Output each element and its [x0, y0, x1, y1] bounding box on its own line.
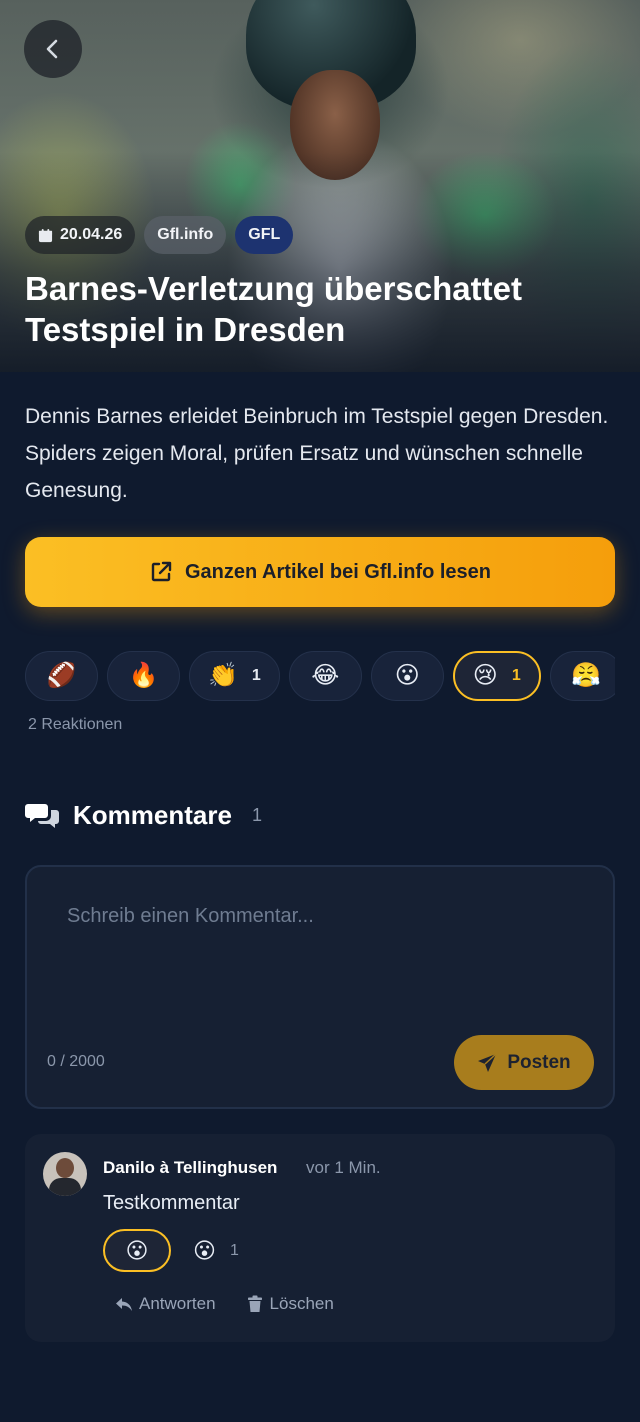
external-link-icon — [151, 561, 172, 582]
comment-time: vor 1 Min. — [306, 1158, 381, 1177]
avatar-head — [56, 1158, 74, 1178]
date-label: 20.04.26 — [60, 226, 123, 243]
reply-icon — [116, 1298, 132, 1311]
reactions-total: 2 Reaktionen — [28, 716, 123, 733]
back-button[interactable] — [24, 20, 82, 78]
fire-icon: 🔥 — [128, 662, 159, 689]
reaction-laugh[interactable]: 😂 — [288, 651, 362, 701]
avatar[interactable] — [43, 1152, 87, 1196]
post-comment-button[interactable]: Posten — [454, 1035, 594, 1090]
send-icon — [478, 1052, 497, 1072]
source-chip[interactable]: Gfl.info — [144, 216, 227, 254]
reply-label: Antworten — [139, 1294, 216, 1313]
comment-actions: Antworten Löschen — [115, 1294, 334, 1314]
surprised-face-icon: 😮 — [193, 1238, 216, 1263]
delete-label: Löschen — [269, 1294, 334, 1313]
reaction-fire[interactable]: 🔥 — [107, 651, 180, 701]
league-chip[interactable]: GFL — [235, 216, 294, 254]
reaction-clap[interactable]: 👏 1 — [189, 651, 280, 701]
comments-count: 1 — [251, 805, 262, 825]
surprised-face-icon: 😮 — [125, 1237, 149, 1263]
sad-face-icon: 😢 — [472, 662, 498, 689]
reaction-sad[interactable]: 😢 1 — [452, 651, 541, 701]
comments-title: Kommentare — [73, 800, 232, 830]
laughing-face-icon: 😂 — [311, 662, 340, 689]
comment-reaction-count: 1 — [229, 1242, 239, 1259]
read-full-article-label: Ganzen Artikel bei Gfl.info lesen — [185, 560, 491, 583]
comment-text: Testkommentar — [103, 1192, 240, 1214]
reactions-bar: 🏈 🔥 👏 1 😂 😮 😢 1 😤 — [25, 651, 615, 701]
article-summary: Dennis Barnes erleidet Beinbruch im Test… — [25, 405, 609, 502]
comment-input[interactable] — [47, 887, 593, 1027]
reply-button[interactable]: Antworten — [115, 1294, 216, 1314]
comment-reaction[interactable]: 😮 1 — [193, 1238, 239, 1264]
reaction-angry[interactable]: 😤 — [549, 651, 615, 701]
reaction-football[interactable]: 🏈 — [25, 651, 98, 701]
comment-item: Danilo à Tellinghusen vor 1 Min. Testkom… — [25, 1134, 615, 1342]
clapping-hands-icon: 👏 — [208, 662, 238, 689]
trash-icon — [247, 1295, 262, 1312]
angry-face-icon: 😤 — [571, 662, 602, 689]
calendar-icon — [38, 228, 53, 242]
comment-composer: 0 / 2000 Posten — [25, 865, 615, 1109]
delete-button[interactable]: Löschen — [246, 1294, 334, 1314]
char-counter: 0 / 2000 — [47, 1053, 105, 1070]
comment-reaction-active[interactable]: 😮 — [103, 1229, 171, 1272]
reaction-wow[interactable]: 😮 — [370, 651, 444, 701]
football-icon: 🏈 — [46, 662, 77, 689]
comments-header: Kommentare 1 — [25, 800, 262, 831]
date-chip: 20.04.26 — [25, 216, 136, 254]
comment-author[interactable]: Danilo à Tellinghusen — [103, 1158, 277, 1178]
read-full-article-button[interactable]: Ganzen Artikel bei Gfl.info lesen — [25, 537, 615, 607]
article-title: Barnes-Verletzung überschattet Testspiel… — [25, 270, 522, 348]
chevron-left-icon — [46, 39, 58, 59]
post-button-label: Posten — [507, 1051, 571, 1073]
reaction-count: 1 — [511, 667, 521, 684]
reaction-count: 1 — [251, 667, 261, 684]
surprised-face-icon: 😮 — [394, 662, 420, 689]
comments-icon — [25, 803, 59, 828]
avatar-body — [49, 1178, 81, 1196]
article-meta: 20.04.26 Gfl.info GFL — [25, 216, 294, 254]
